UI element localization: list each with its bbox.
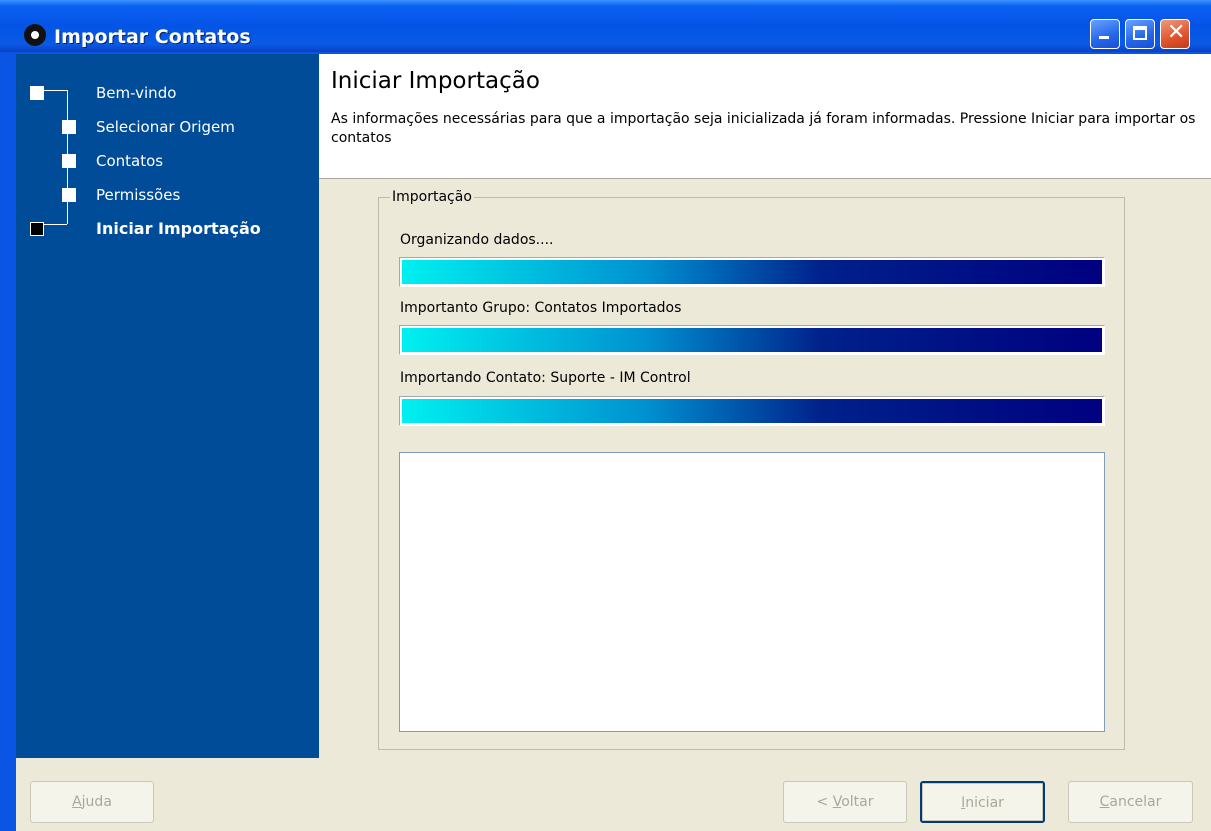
import-log-textarea[interactable] bbox=[399, 452, 1105, 732]
progress-fill bbox=[402, 328, 1102, 352]
progress-label-organizing: Organizando dados.... bbox=[400, 232, 554, 248]
tree-branch-line bbox=[44, 224, 67, 225]
page-description: As informações necessárias para que a im… bbox=[331, 111, 1196, 146]
progress-label-group: Importanto Grupo: Contatos Importados bbox=[400, 300, 682, 316]
wizard-steps-sidebar: Bem-vindo Selecionar Origem Contatos Per… bbox=[16, 54, 319, 758]
start-button[interactable]: Iniciar bbox=[920, 781, 1045, 823]
help-button-label: Ajuda bbox=[72, 794, 112, 810]
back-button[interactable]: < Voltar bbox=[783, 781, 907, 823]
step-marker-done-icon bbox=[62, 154, 76, 168]
groupbox-label: Importação bbox=[390, 189, 474, 205]
step-bem-vindo: Bem-vindo bbox=[96, 84, 177, 102]
wizard-header: Iniciar Importação As informações necess… bbox=[319, 54, 1211, 179]
title-bar[interactable]: Importar Contatos ✕ bbox=[0, 0, 1211, 52]
close-button[interactable]: ✕ bbox=[1160, 19, 1190, 49]
step-marker-current-icon bbox=[30, 222, 44, 236]
start-button-label: Iniciar bbox=[961, 795, 1004, 811]
step-marker-done-icon bbox=[62, 120, 76, 134]
cancel-button-label: Cancelar bbox=[1099, 794, 1162, 810]
step-contatos: Contatos bbox=[96, 152, 164, 170]
tree-branch-line bbox=[44, 90, 67, 91]
step-selecionar-origem: Selecionar Origem bbox=[96, 118, 235, 136]
progress-bar-organizing bbox=[399, 257, 1105, 287]
step-marker-done-icon bbox=[62, 188, 76, 202]
progress-label-contact: Importando Contato: Suporte - IM Control bbox=[400, 370, 691, 386]
step-iniciar-importacao: Iniciar Importação bbox=[96, 219, 261, 238]
back-button-label: < Voltar bbox=[816, 794, 874, 810]
maximize-icon bbox=[1133, 26, 1147, 40]
maximize-button[interactable] bbox=[1125, 19, 1155, 49]
progress-bar-contact bbox=[399, 396, 1105, 426]
dialog-client-area: Bem-vindo Selecionar Origem Contatos Per… bbox=[16, 54, 1211, 831]
progress-bar-group bbox=[399, 325, 1105, 355]
app-icon[interactable] bbox=[24, 24, 46, 46]
step-permissoes: Permissões bbox=[96, 186, 181, 204]
help-button[interactable]: Ajuda bbox=[30, 781, 154, 823]
cancel-button[interactable]: Cancelar bbox=[1068, 781, 1193, 823]
minimize-icon bbox=[1099, 36, 1109, 39]
page-title: Iniciar Importação bbox=[331, 68, 540, 94]
import-contacts-window: Importar Contatos ✕ Bem-vindo Selecionar… bbox=[0, 0, 1211, 831]
progress-fill bbox=[402, 399, 1102, 423]
minimize-button[interactable] bbox=[1090, 19, 1120, 49]
window-title: Importar Contatos bbox=[54, 26, 251, 48]
progress-fill bbox=[402, 260, 1102, 284]
step-marker-done-icon bbox=[30, 86, 44, 100]
close-icon: ✕ bbox=[1167, 20, 1186, 45]
